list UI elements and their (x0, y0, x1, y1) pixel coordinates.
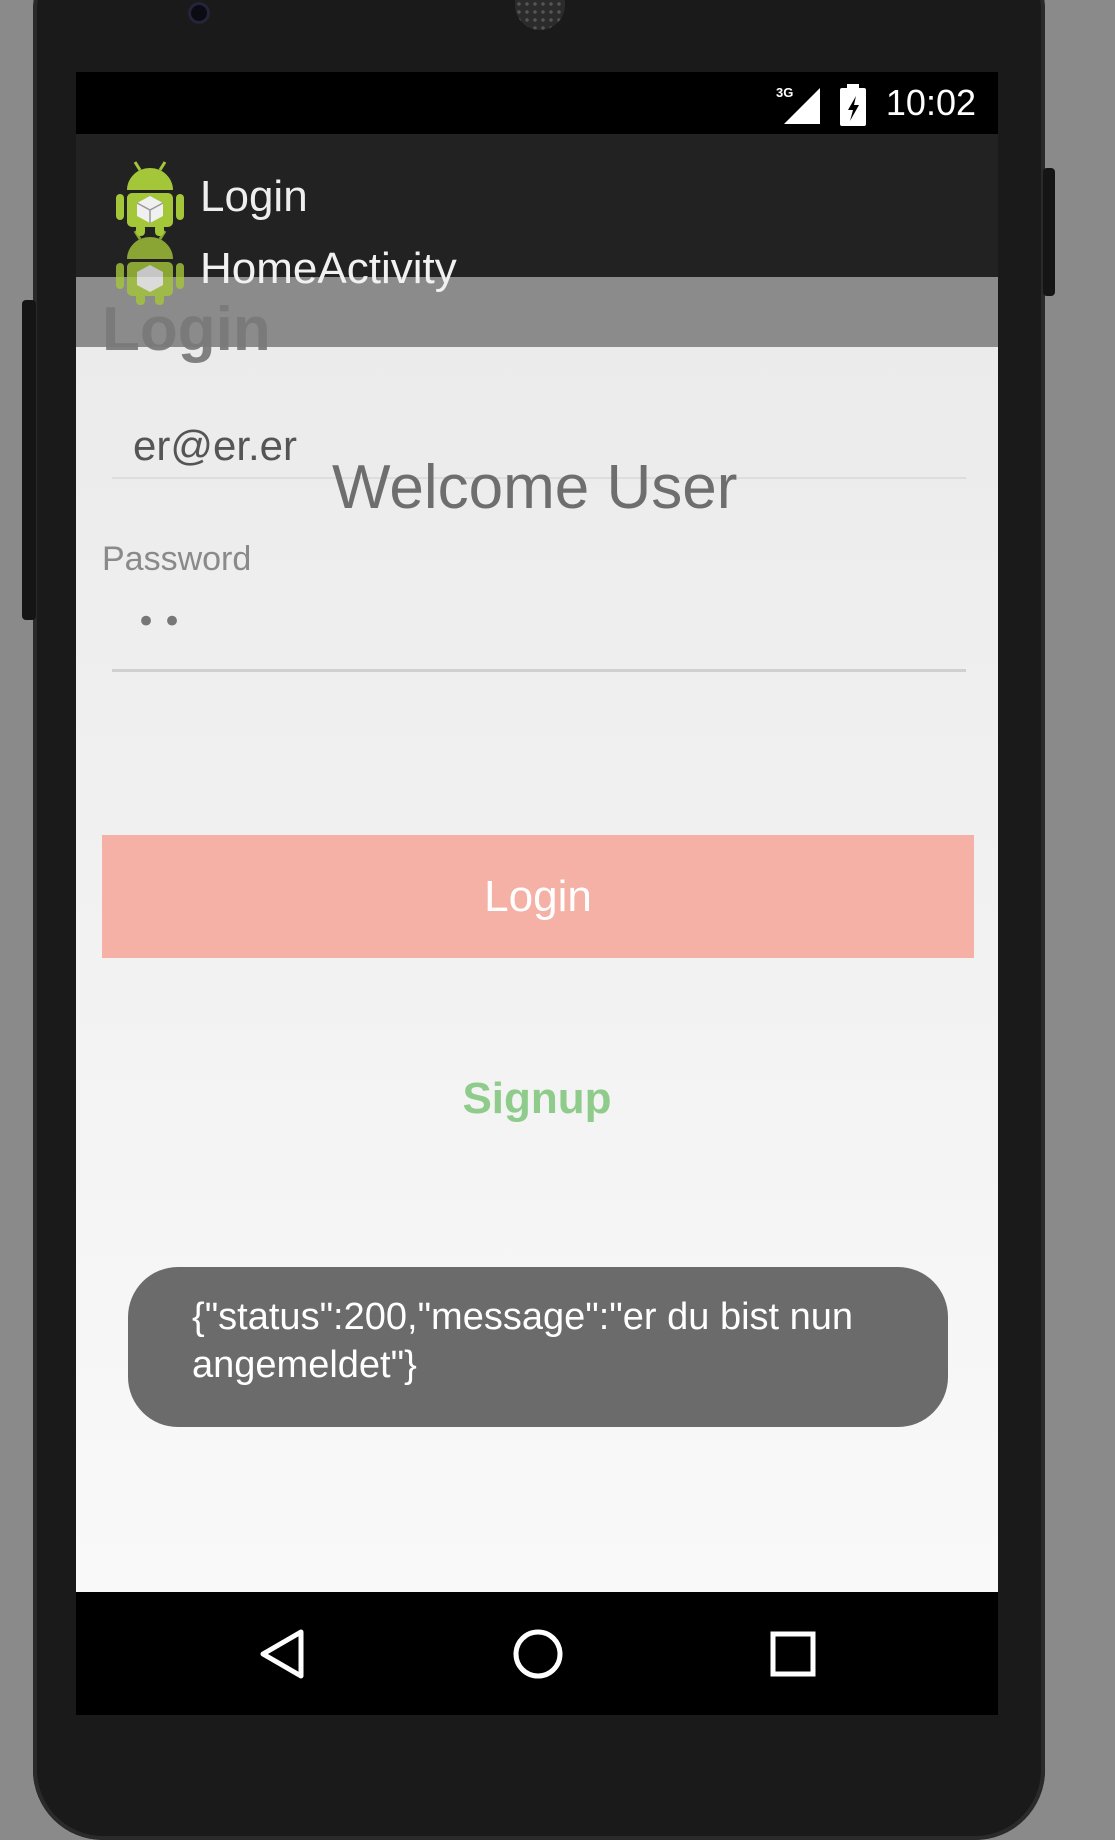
network-type-label: 3G (776, 85, 793, 100)
status-bar: 3G 10:02 (76, 72, 998, 134)
power-button (1043, 168, 1055, 296)
email-field[interactable]: er@er.er (133, 422, 297, 470)
recents-icon[interactable] (748, 1609, 838, 1699)
toast-message: {"status":200,"message":"er du bist nun … (128, 1267, 948, 1427)
recents-card-title-homeactivity: HomeActivity (200, 244, 457, 293)
android-icon (116, 161, 184, 236)
home-icon[interactable] (493, 1609, 583, 1699)
welcome-text: Welcome User (332, 453, 738, 522)
toast-text: {"status":200,"message":"er du bist nun … (192, 1296, 854, 1386)
login-button[interactable]: Login (102, 835, 974, 958)
signup-link[interactable]: Signup (76, 1074, 998, 1124)
status-time: 10:02 (885, 82, 976, 123)
android-icon (116, 230, 184, 305)
battery-charging-icon (840, 84, 866, 126)
device-screen: Login er@er.er Welcome User Password •• … (76, 72, 998, 1715)
back-icon[interactable] (238, 1609, 328, 1699)
password-field[interactable]: •• (136, 602, 188, 642)
password-field-underline (112, 669, 966, 672)
front-camera (188, 2, 210, 24)
recents-card-title-login: Login (200, 172, 308, 221)
password-label: Password (102, 540, 252, 578)
signal-3g-icon: 3G (776, 85, 820, 124)
volume-rocker (22, 300, 36, 620)
